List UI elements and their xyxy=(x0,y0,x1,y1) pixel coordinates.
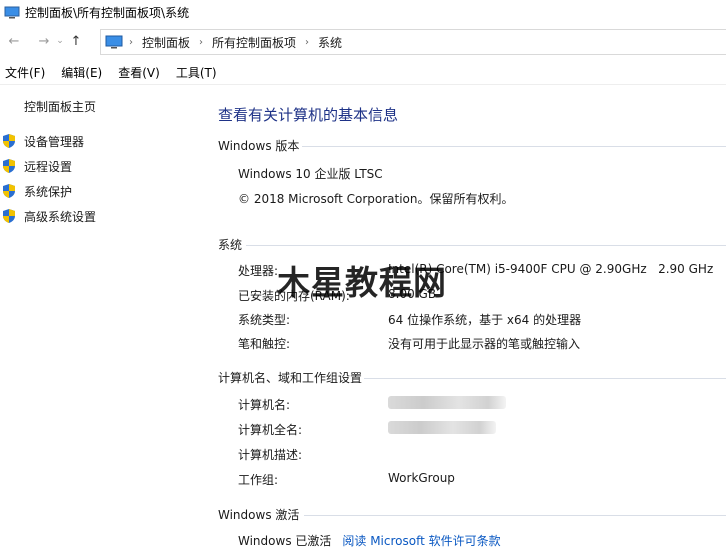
recent-chevron-down-icon[interactable]: ⌄ xyxy=(54,31,66,51)
title-bar: 控制面板\所有控制面板项\系统 xyxy=(0,0,726,24)
workgroup-value: WorkGroup xyxy=(388,471,455,485)
forward-arrow-icon[interactable]: → xyxy=(34,31,54,51)
breadcrumb-chevron-icon[interactable]: › xyxy=(305,37,309,48)
navigation-bar: ← → ⌄ ↑ › 控制面板 › 所有控制面板项 › 系统 xyxy=(0,28,726,55)
sidebar-item-system-protection[interactable]: 系统保护 xyxy=(0,182,72,200)
full-computer-name-value xyxy=(388,421,496,438)
control-panel-home-link[interactable]: 控制面板主页 xyxy=(24,98,96,115)
back-arrow-icon[interactable]: ← xyxy=(4,31,24,51)
workgroup-label: 工作组: xyxy=(238,473,279,487)
computer-row: 工作组: WorkGroup xyxy=(238,471,455,488)
activation-row: Windows 已激活 阅读 Microsoft 软件许可条款 xyxy=(238,532,501,549)
copyright-value: © 2018 Microsoft Corporation。保留所有权利。 xyxy=(238,192,514,206)
section-divider xyxy=(364,378,726,379)
computer-name-label: 计算机名: xyxy=(238,398,291,412)
copyright-row: © 2018 Microsoft Corporation。保留所有权利。 xyxy=(238,190,513,207)
full-computer-name-label: 计算机全名: xyxy=(238,423,303,437)
system-type-value: 64 位操作系统，基于 x64 的处理器 xyxy=(388,313,582,327)
sidebar-item-label: 系统保护 xyxy=(24,184,73,199)
breadcrumb-chevron-icon[interactable]: › xyxy=(199,37,203,48)
up-arrow-icon[interactable]: ↑ xyxy=(66,31,86,51)
computer-icon xyxy=(4,6,20,18)
computer-row: 计算机描述: xyxy=(238,446,388,463)
breadcrumb-control-panel[interactable]: 控制面板 xyxy=(142,34,190,51)
watermark: 木星教程网 xyxy=(277,263,447,302)
sidebar-item-advanced-settings[interactable]: 高级系统设置 xyxy=(0,207,96,225)
edition-row: Windows 10 企业版 LTSC xyxy=(238,165,383,182)
control-panel-icon xyxy=(105,35,123,49)
menu-view[interactable]: 查看(V) xyxy=(112,64,166,81)
section-activation-title: Windows 激活 xyxy=(218,508,300,522)
shield-icon xyxy=(3,184,15,198)
redacted-value xyxy=(388,421,496,434)
section-divider xyxy=(246,245,726,246)
menu-edit[interactable]: 编辑(E) xyxy=(55,64,108,81)
breadcrumb-all-items[interactable]: 所有控制面板项 xyxy=(212,34,296,51)
computer-row: 计算机全名: xyxy=(238,421,496,438)
computer-description-label: 计算机描述: xyxy=(238,448,303,462)
edition-value: Windows 10 企业版 LTSC xyxy=(238,167,383,181)
breadcrumb-chevron-icon[interactable]: › xyxy=(129,37,133,48)
menu-tools[interactable]: 工具(T) xyxy=(170,64,223,81)
page-title: 查看有关计算机的基本信息 xyxy=(218,106,399,124)
pen-touch-label: 笔和触控: xyxy=(238,337,291,351)
sidebar-item-label: 设备管理器 xyxy=(24,134,85,149)
sidebar-item-remote-settings[interactable]: 远程设置 xyxy=(0,157,72,175)
system-type-label: 系统类型: xyxy=(238,313,291,327)
menu-bar: 文件(F) 编辑(E) 查看(V) 工具(T) xyxy=(0,60,726,85)
window-title: 控制面板\所有控制面板项\系统 xyxy=(25,5,190,20)
shield-icon xyxy=(3,209,15,223)
computer-row: 计算机名: xyxy=(238,396,506,413)
redacted-value xyxy=(388,396,506,409)
system-row: 系统类型: 64 位操作系统，基于 x64 的处理器 xyxy=(238,311,581,328)
license-terms-link[interactable]: 阅读 Microsoft 软件许可条款 xyxy=(342,532,500,549)
shield-icon xyxy=(3,134,15,148)
activation-status: Windows 已激活 xyxy=(238,534,332,548)
section-computer-name-title: 计算机名、域和工作组设置 xyxy=(218,371,363,385)
section-system-title: 系统 xyxy=(218,238,243,252)
section-windows-edition-title: Windows 版本 xyxy=(218,139,300,153)
shield-icon xyxy=(3,159,15,173)
pen-touch-value: 没有可用于此显示器的笔或触控输入 xyxy=(388,337,581,351)
address-bar[interactable]: › 控制面板 › 所有控制面板项 › 系统 xyxy=(100,29,726,55)
section-divider xyxy=(302,146,726,147)
breadcrumb-system[interactable]: 系统 xyxy=(318,34,342,51)
sidebar-item-device-manager[interactable]: 设备管理器 xyxy=(0,132,84,150)
sidebar-item-label: 远程设置 xyxy=(24,159,73,174)
menu-file[interactable]: 文件(F) xyxy=(0,64,51,81)
sidebar-item-label: 高级系统设置 xyxy=(24,209,97,224)
computer-name-value xyxy=(388,396,506,413)
section-divider xyxy=(304,515,726,516)
system-row: 笔和触控: 没有可用于此显示器的笔或触控输入 xyxy=(238,335,580,352)
